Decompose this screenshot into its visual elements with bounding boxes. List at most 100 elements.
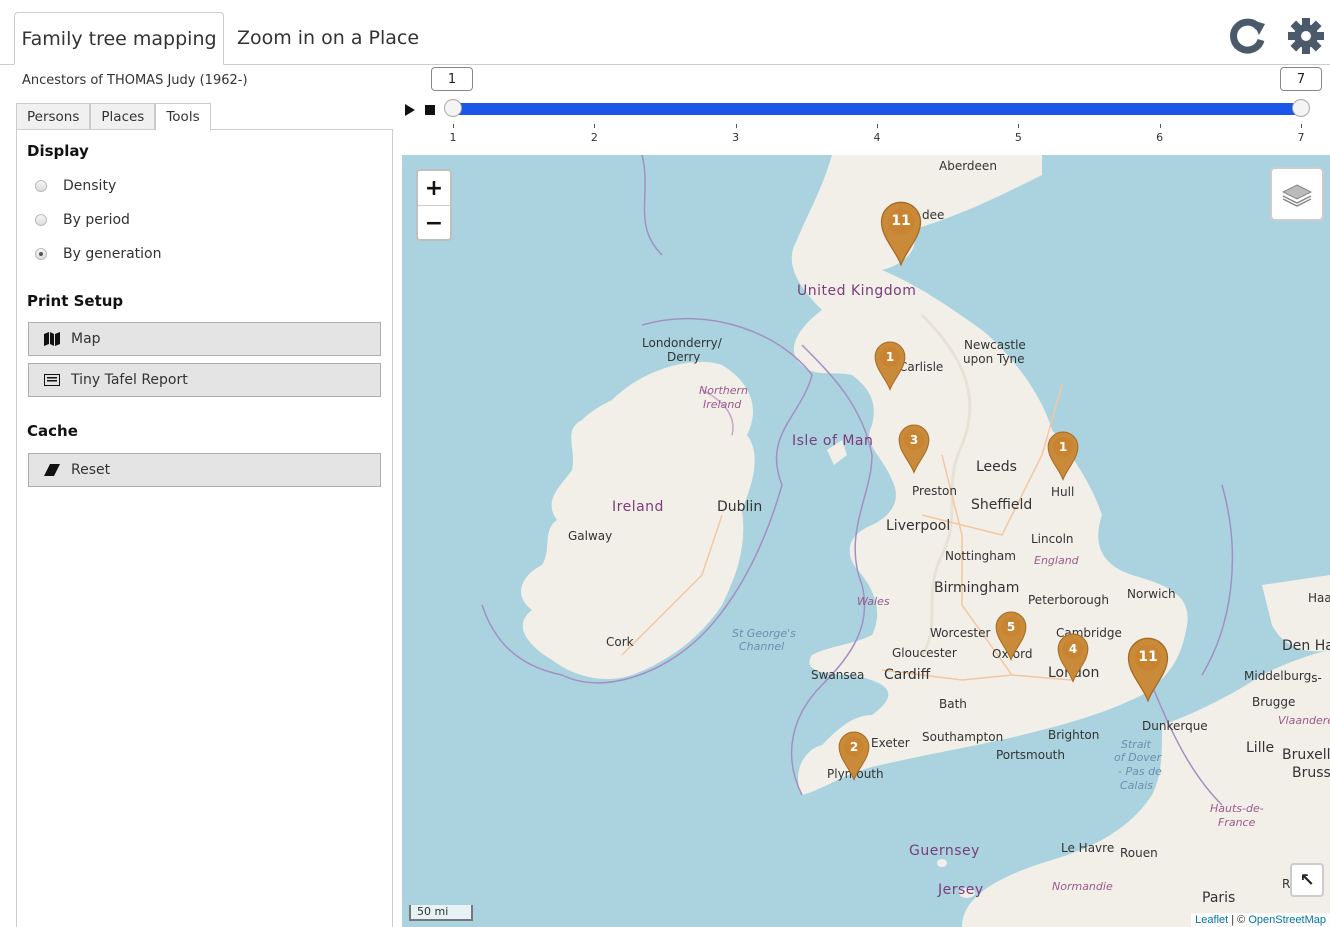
place-label: upon Tyne	[963, 352, 1025, 366]
map-marker[interactable]: 3	[898, 424, 930, 475]
slider-handle-max[interactable]	[1292, 99, 1310, 117]
generation-slider: 1 7 1 2 3 4 5 6 7	[402, 65, 1330, 155]
country-label: Ireland	[612, 499, 664, 515]
gear-icon[interactable]	[1286, 16, 1326, 56]
slider-tick-label: 1	[449, 131, 457, 144]
place-label: Newcastle	[964, 338, 1026, 352]
place-label: Den Ha	[1282, 638, 1330, 654]
print-map-button[interactable]: Map	[28, 322, 381, 356]
place-label: Leeds	[976, 459, 1017, 475]
layers-icon	[1281, 184, 1313, 207]
slider-tick-mark	[594, 124, 596, 128]
map-marker[interactable]: 11	[1127, 637, 1169, 703]
marker-count: 5	[1006, 619, 1016, 634]
slider-tick-label: 5	[1014, 131, 1022, 144]
marker-count: 1	[885, 349, 895, 364]
radio-by-generation[interactable]: By generation	[35, 246, 161, 262]
zoom-out-button[interactable]: −	[418, 206, 450, 240]
tools-panel: Display Density By period By generation …	[16, 129, 393, 927]
tab-persons[interactable]: Persons	[16, 103, 91, 129]
openstreetmap-link[interactable]: OpenStreetMap	[1248, 914, 1326, 926]
place-label: Portsmouth	[996, 748, 1065, 762]
place-label: Dunkerque	[1142, 719, 1208, 733]
map-view[interactable]: Aberdeen dee United Kingdom Londonderry/…	[402, 155, 1330, 927]
slider-tick-mark	[453, 124, 454, 128]
region-label: France	[1218, 816, 1256, 829]
place-label: Bath	[939, 697, 967, 711]
place-label: Le Havre	[1061, 841, 1115, 855]
slider-max-value: 7	[1280, 67, 1322, 91]
slider-tick-mark	[1018, 124, 1020, 128]
slider-tick-mark	[877, 124, 878, 128]
radio-dot[interactable]	[35, 248, 47, 260]
place-label: Hull	[1051, 485, 1075, 499]
marker-count: 11	[891, 212, 911, 229]
layers-button[interactable]	[1270, 167, 1324, 221]
marker-count: 11	[1138, 648, 1158, 665]
button-label: Map	[71, 331, 101, 347]
country-label: United Kingdom	[797, 283, 917, 299]
region-label: Hauts-de-	[1210, 802, 1264, 815]
display-heading: Display	[27, 142, 89, 160]
place-label: Liverpool	[886, 518, 951, 534]
zoom-control: + −	[416, 169, 452, 241]
cache-heading: Cache	[27, 422, 78, 440]
slider-tick-label: 4	[873, 131, 881, 144]
slider-track[interactable]	[452, 103, 1300, 115]
tab-zoom-in-on-a-place[interactable]: Zoom in on a Place	[224, 12, 432, 64]
map-marker[interactable]: 11	[880, 201, 922, 267]
map-scale: 50 mi	[409, 905, 473, 921]
map-marker[interactable]: 2	[838, 731, 870, 782]
radio-dot[interactable]	[35, 214, 47, 226]
radio-label: Density	[63, 178, 117, 194]
map-icon	[43, 332, 61, 346]
place-label: Gloucester	[892, 646, 957, 660]
play-icon[interactable]	[405, 104, 415, 116]
place-label: Cork	[606, 635, 634, 649]
leaflet-link[interactable]: Leaflet	[1195, 914, 1228, 926]
radio-by-period[interactable]: By period	[35, 212, 130, 228]
water-label: Channel	[739, 640, 785, 653]
radio-dot[interactable]	[35, 180, 47, 192]
slider-tick-label: 7	[1297, 131, 1305, 144]
zoom-in-button[interactable]: +	[418, 171, 450, 206]
tab-places[interactable]: Places	[90, 103, 156, 129]
place-label: Worcester	[930, 626, 991, 640]
place-label: Cardiff	[884, 667, 931, 683]
top-tab-bar: Family tree mapping Zoom in on a Place	[0, 0, 1330, 65]
region-label: Vlaandere	[1278, 714, 1330, 727]
region-label: Ireland	[703, 398, 742, 411]
eraser-icon	[43, 464, 61, 476]
list-icon	[43, 374, 61, 386]
tab-tools[interactable]: Tools	[155, 103, 211, 131]
marker-count: 4	[1068, 641, 1078, 656]
stop-icon[interactable]	[425, 105, 435, 115]
region-label: Normandie	[1052, 880, 1113, 893]
place-label: Sheffield	[971, 497, 1033, 513]
place-label: Rouen	[1120, 846, 1158, 860]
slider-min-value: 1	[431, 67, 473, 91]
place-label: Norwich	[1127, 587, 1176, 601]
place-label: Paris	[1202, 890, 1236, 906]
refresh-icon[interactable]	[1228, 16, 1268, 56]
map-marker[interactable]: 5	[995, 611, 1027, 662]
region-label: Northern	[699, 384, 749, 397]
fullscreen-button[interactable]: ↖	[1290, 863, 1324, 897]
place-label: Bruss	[1292, 765, 1330, 781]
place-label: Lille	[1246, 740, 1275, 756]
radio-density[interactable]: Density	[35, 178, 116, 194]
reset-cache-button[interactable]: Reset	[28, 453, 381, 487]
sidebar-tabs: Persons Places Tools	[16, 103, 211, 131]
button-label: Reset	[71, 462, 111, 478]
place-label: Southampton	[922, 730, 1004, 744]
map-marker[interactable]: 1	[1047, 431, 1079, 482]
place-label: Lincoln	[1031, 532, 1074, 546]
slider-handle-min[interactable]	[444, 99, 462, 117]
tiny-tafel-report-button[interactable]: Tiny Tafel Report	[28, 363, 381, 397]
tab-family-tree-mapping[interactable]: Family tree mapping	[14, 12, 224, 65]
map-marker[interactable]: 4	[1057, 633, 1089, 684]
map-attribution: Leaflet | © OpenStreetMap	[1191, 913, 1330, 927]
map-marker[interactable]: 1	[874, 341, 906, 392]
place-label: Middelburg	[1244, 669, 1312, 683]
radio-label: By period	[63, 212, 130, 228]
